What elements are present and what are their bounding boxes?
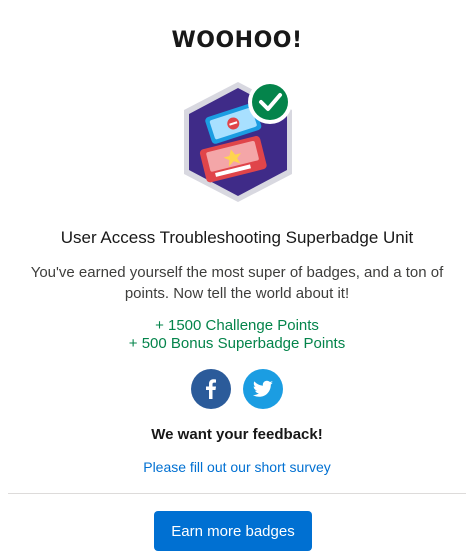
points-list: + 1500 Challenge Points + 500 Bonus Supe… bbox=[0, 317, 474, 353]
divider bbox=[8, 493, 466, 494]
challenge-points: + 1500 Challenge Points bbox=[155, 317, 319, 334]
badge-title: User Access Troubleshooting Superbadge U… bbox=[60, 228, 414, 247]
facebook-share-button[interactable] bbox=[191, 369, 231, 409]
feedback-heading: We want your feedback! bbox=[151, 426, 323, 443]
superbadge-image bbox=[184, 80, 292, 202]
facebook-icon bbox=[206, 379, 216, 399]
earn-more-badges-button[interactable]: Earn more badges bbox=[154, 511, 312, 551]
social-share bbox=[0, 369, 474, 409]
survey-line: Please fill out our short survey bbox=[0, 459, 474, 475]
modal-heading: WOOHOO! bbox=[171, 28, 303, 53]
check-circle bbox=[252, 84, 288, 120]
twitter-share-button[interactable] bbox=[243, 369, 283, 409]
congrats-message: You've earned yourself the most super of… bbox=[30, 264, 444, 302]
twitter-icon bbox=[252, 380, 273, 397]
bonus-points: + 500 Bonus Superbadge Points bbox=[128, 335, 346, 352]
survey-link[interactable]: Please fill out our short survey bbox=[143, 459, 331, 475]
badge-earned-modal: WOOHOO! User Access Troubleshooting Supe… bbox=[0, 0, 474, 557]
